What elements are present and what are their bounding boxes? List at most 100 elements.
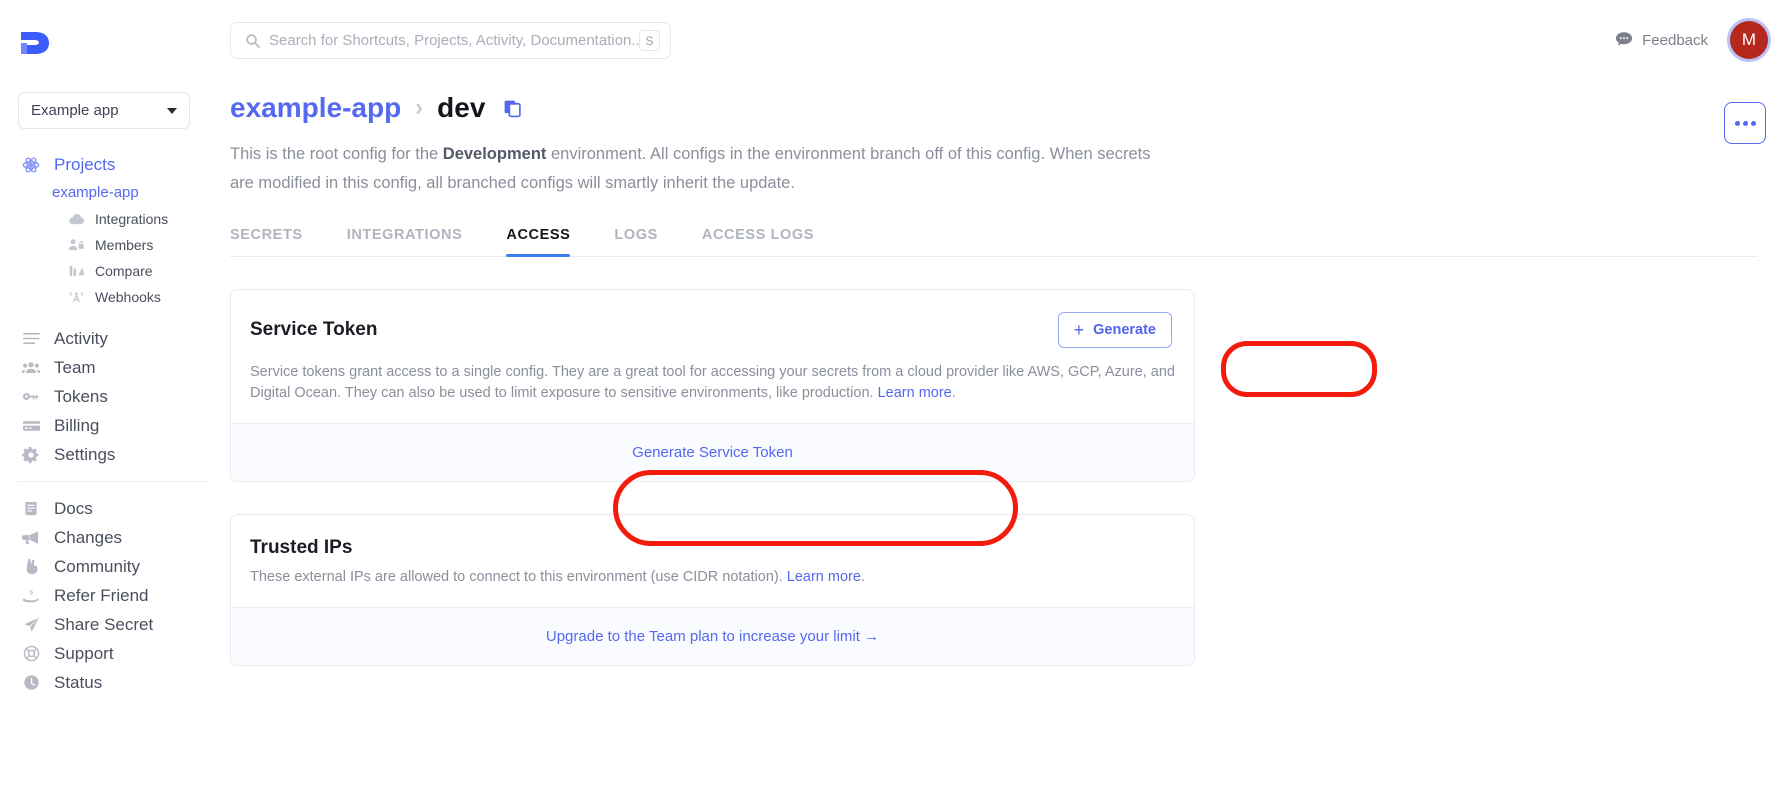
breadcrumb-project[interactable]: example-app xyxy=(230,92,401,124)
tab-logs[interactable]: LOGS xyxy=(614,227,658,256)
sidebar-item-changes[interactable]: Changes xyxy=(0,523,228,552)
svg-text:$: $ xyxy=(29,590,33,597)
avatar[interactable]: M xyxy=(1730,21,1768,59)
sidebar: Example app Projects example-app Integra… xyxy=(0,0,228,804)
sidebar-item-team[interactable]: Team xyxy=(0,353,228,382)
sidebar-item-integrations[interactable]: Integrations xyxy=(0,206,228,232)
atom-icon xyxy=(20,156,42,174)
book-icon xyxy=(20,500,42,518)
service-token-card-body: Service tokens grant access to a single … xyxy=(231,348,1194,423)
overflow-menu-button[interactable] xyxy=(1724,102,1766,144)
tab-access[interactable]: ACCESS xyxy=(506,227,571,257)
sidebar-item-support[interactable]: Support xyxy=(0,639,228,668)
sidebar-item-projects[interactable]: Projects xyxy=(0,150,228,179)
compare-icon xyxy=(66,263,86,279)
tab-access-logs[interactable]: ACCESS LOGS xyxy=(702,227,814,256)
config-description: This is the root config for the Developm… xyxy=(230,140,1170,198)
sidebar-item-tokens[interactable]: Tokens xyxy=(0,382,228,411)
doppler-logo[interactable] xyxy=(18,26,54,60)
members-lock-icon xyxy=(66,237,86,253)
period: . xyxy=(860,569,865,585)
sidebar-item-label: Support xyxy=(54,643,114,663)
learn-more-link[interactable]: Learn more xyxy=(787,569,861,585)
feedback-button[interactable]: Feedback xyxy=(1615,31,1708,50)
service-token-description: Service tokens grant access to a single … xyxy=(250,362,1175,404)
main-area: S Feedback M example-app › xyxy=(228,0,1786,804)
breadcrumb-separator: › xyxy=(415,94,424,121)
period: . xyxy=(951,385,956,401)
trusted-ips-title: Trusted IPs xyxy=(250,537,353,558)
avatar-initial: M xyxy=(1741,30,1757,49)
service-token-card-header: Service Token + Generate xyxy=(231,290,1194,348)
search-icon xyxy=(245,33,260,48)
generate-service-token-action[interactable]: Generate Service Token xyxy=(231,423,1194,481)
credit-card-icon xyxy=(20,417,42,435)
tab-secrets[interactable]: SECRETS xyxy=(230,227,303,256)
description-bold: Development xyxy=(442,145,547,163)
chat-bubble-icon xyxy=(1615,31,1633,50)
learn-more-link[interactable]: Learn more xyxy=(878,385,952,401)
sidebar-item-example-app[interactable]: example-app xyxy=(0,179,228,206)
service-token-card: Service Token + Generate Service tokens … xyxy=(230,289,1195,482)
ellipsis-icon xyxy=(1734,120,1740,126)
sidebar-item-label: Tokens xyxy=(54,386,108,406)
key-icon xyxy=(20,388,42,406)
sidebar-item-label: Webhooks xyxy=(95,289,161,305)
copy-icon[interactable] xyxy=(503,99,522,118)
sidebar-item-label: Share Secret xyxy=(54,614,154,634)
tab-integrations[interactable]: INTEGRATIONS xyxy=(347,227,463,256)
people-icon xyxy=(20,359,42,377)
topbar: S Feedback M xyxy=(228,0,1786,82)
megaphone-icon xyxy=(20,529,42,547)
description-prefix: This is the root config for the xyxy=(230,145,443,163)
hand-peace-icon xyxy=(20,558,42,576)
trusted-ips-card: Trusted IPs These external IPs are allow… xyxy=(230,514,1195,666)
generate-button[interactable]: + Generate xyxy=(1057,312,1172,348)
sidebar-item-label: Projects xyxy=(54,154,116,174)
sidebar-item-docs[interactable]: Docs xyxy=(0,494,228,523)
cloud-icon xyxy=(66,211,86,227)
lifebuoy-icon xyxy=(20,645,42,663)
trusted-ips-description: These external IPs are allowed to connec… xyxy=(250,567,1175,588)
tab-bar: SECRETS INTEGRATIONS ACCESS LOGS ACCESS … xyxy=(230,227,1758,257)
topbar-right: Feedback M xyxy=(1615,21,1768,59)
search-shortcut-key: S xyxy=(639,30,660,51)
sidebar-item-compare[interactable]: Compare xyxy=(0,258,228,284)
app-root: Example app Projects example-app Integra… xyxy=(0,0,1786,804)
trusted-ips-card-header: Trusted IPs xyxy=(231,515,1194,559)
upgrade-plan-action[interactable]: Upgrade to the Team plan to increase you… xyxy=(231,607,1194,665)
search-input[interactable] xyxy=(269,32,639,49)
sidebar-item-settings[interactable]: Settings xyxy=(0,440,228,469)
sidebar-item-label: Changes xyxy=(54,527,123,547)
sidebar-item-share-secret[interactable]: Share Secret xyxy=(0,610,228,639)
breadcrumb: example-app › dev xyxy=(230,92,1786,124)
sidebar-item-label: Refer Friend xyxy=(54,585,149,605)
service-token-description-text: Service tokens grant access to a single … xyxy=(250,364,1175,401)
paper-plane-icon xyxy=(20,616,42,634)
plus-icon: + xyxy=(1073,320,1085,340)
sidebar-item-label: Members xyxy=(95,237,154,253)
app-selector[interactable]: Example app xyxy=(18,92,190,129)
sidebar-item-label: Activity xyxy=(54,328,108,348)
generate-button-label: Generate xyxy=(1093,322,1156,338)
sidebar-item-label: Docs xyxy=(54,498,93,518)
app-selector-value: Example app xyxy=(31,102,119,119)
trusted-ips-description-text: These external IPs are allowed to connec… xyxy=(250,569,787,585)
sidebar-item-webhooks[interactable]: Webhooks xyxy=(0,284,228,310)
sidebar-item-activity[interactable]: Activity xyxy=(0,324,228,353)
sidebar-item-label: Status xyxy=(54,672,103,692)
global-search[interactable]: S xyxy=(230,22,671,59)
sidebar-item-members[interactable]: Members xyxy=(0,232,228,258)
content: example-app › dev This is the root confi… xyxy=(228,92,1786,666)
sidebar-item-community[interactable]: Community xyxy=(0,552,228,581)
sidebar-divider xyxy=(18,481,208,482)
webhook-antenna-icon xyxy=(66,289,86,305)
sidebar-item-billing[interactable]: Billing xyxy=(0,411,228,440)
sidebar-item-status[interactable]: Status xyxy=(0,668,228,697)
sidebar-item-label: Settings xyxy=(54,444,116,464)
sidebar-item-refer-friend[interactable]: $ Refer Friend xyxy=(0,581,228,610)
sidebar-item-label: Billing xyxy=(54,415,100,435)
hand-dollar-icon: $ xyxy=(20,587,42,605)
clock-icon xyxy=(20,674,42,692)
list-icon xyxy=(20,330,42,348)
